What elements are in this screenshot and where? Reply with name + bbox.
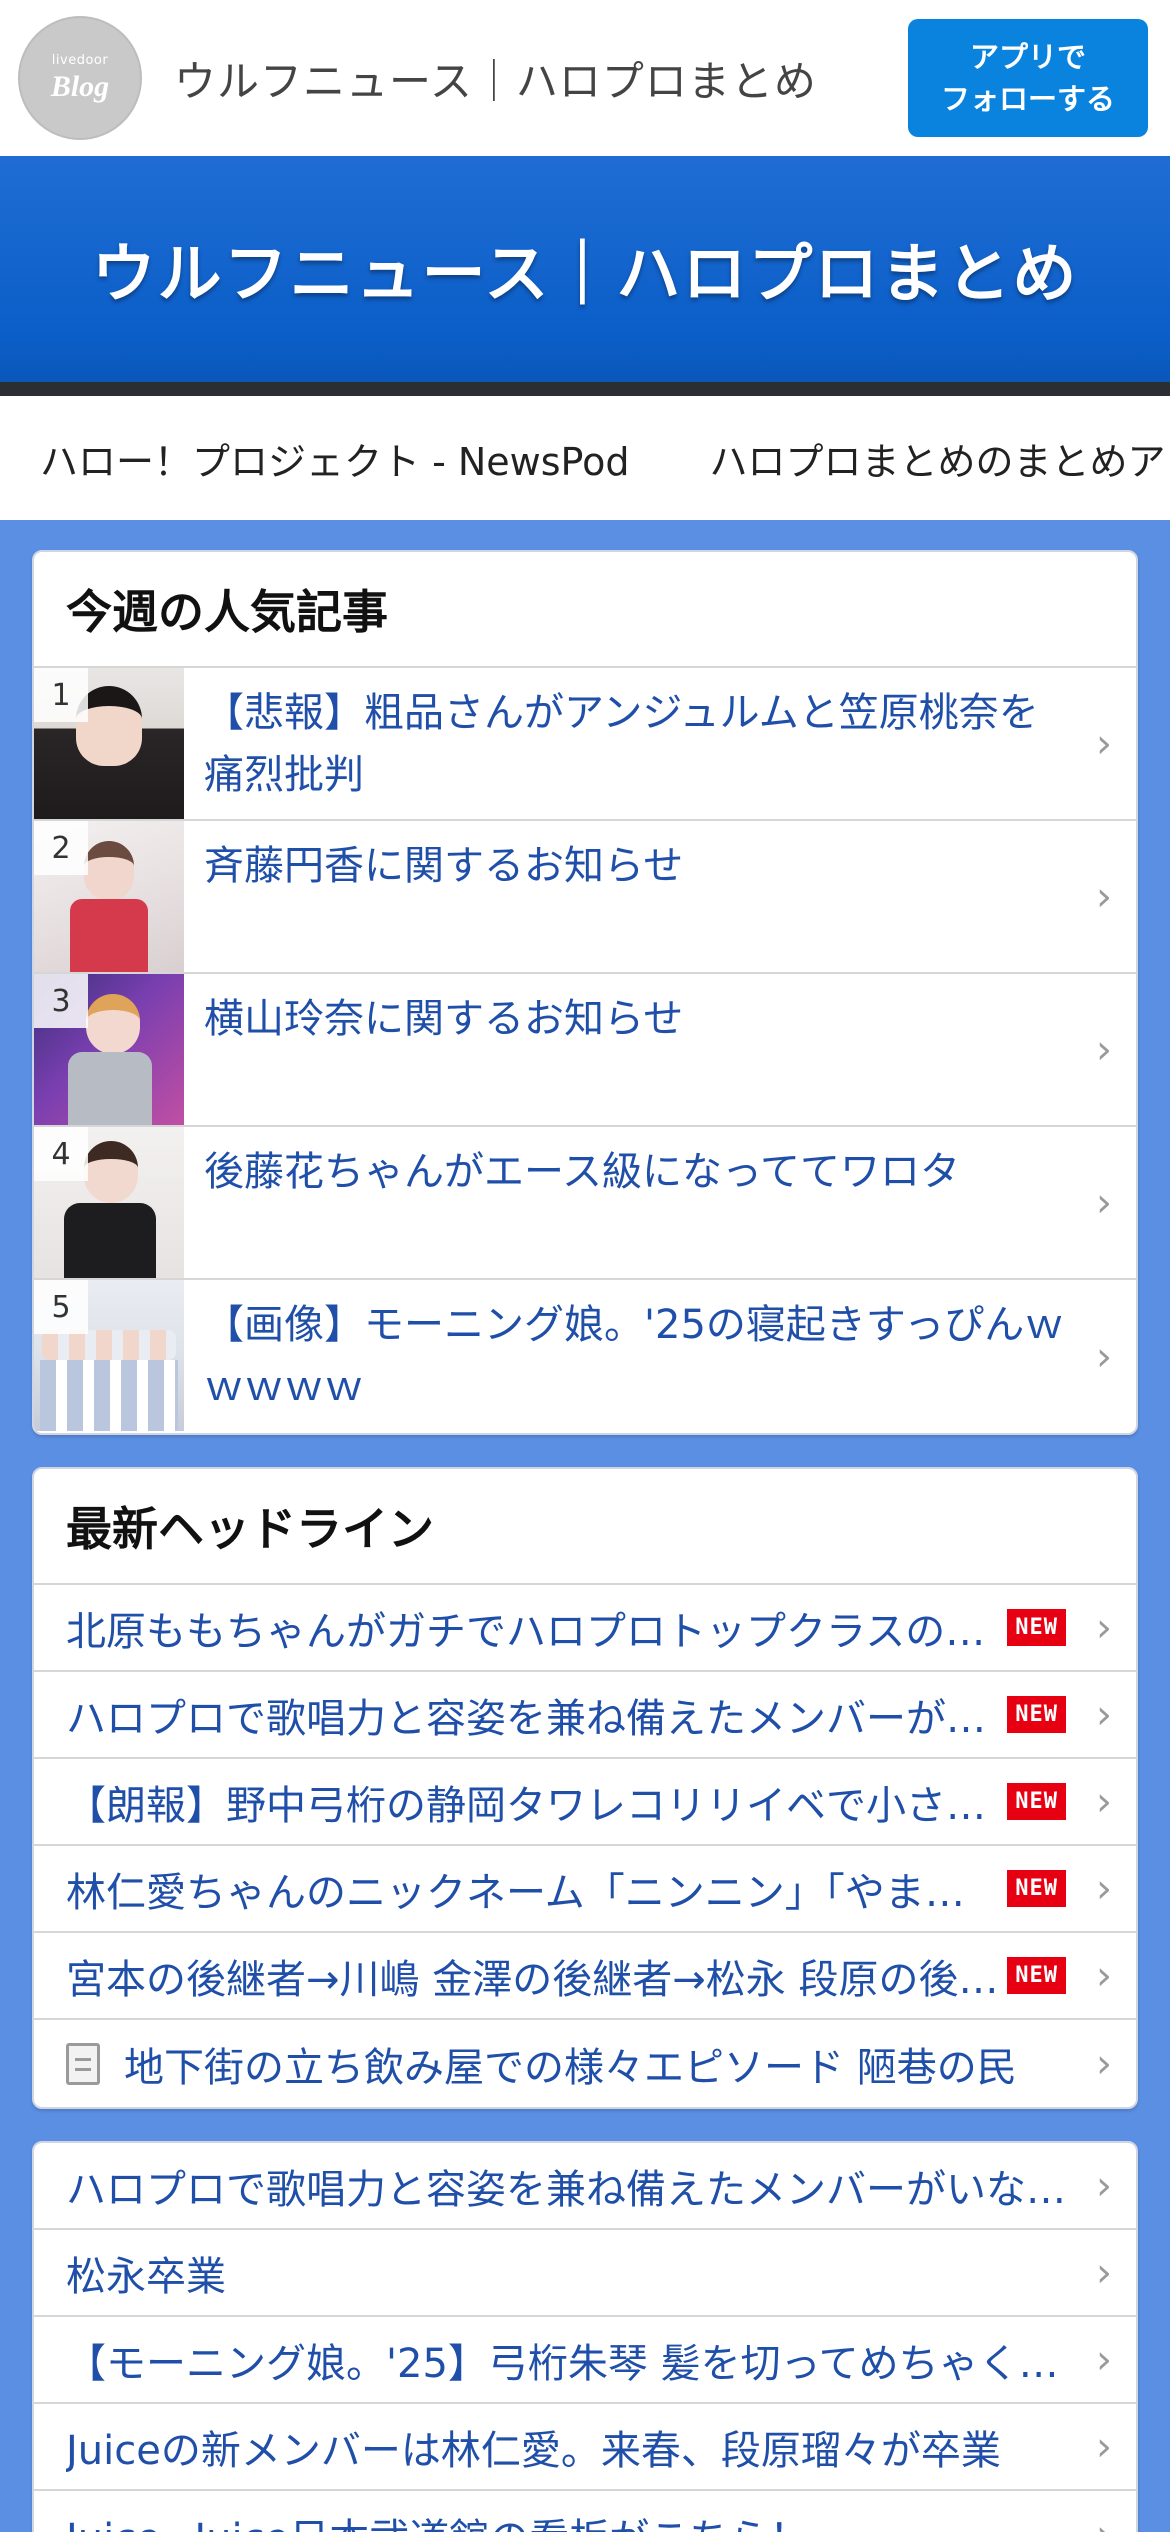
- ranking-item[interactable]: 1 【悲報】粗品さんがアンジュルムと笠原桃奈を痛烈批判 ›: [34, 668, 1136, 821]
- blog-banner[interactable]: ウルフニュース｜ハロプロまとめ: [0, 156, 1170, 396]
- livedoor-blog-logo[interactable]: livedoor Blog: [18, 16, 142, 140]
- chevron-right-icon: ›: [1096, 2249, 1112, 2296]
- related-link-newspod[interactable]: ハロー！プロジェクト - NewsPod: [40, 431, 629, 486]
- chevron-right-icon: ›: [1096, 1604, 1112, 1651]
- headline-title: ハロプロで歌唱力と容姿を兼ね備えたメンバーがいない件: [66, 1695, 999, 1742]
- article-list-panel: ハロプロで歌唱力と容姿を兼ね備えたメンバーがいない件 › 松永卒業 › 【モーニ…: [32, 2141, 1138, 2532]
- new-badge: NEW: [1007, 1783, 1066, 1820]
- article-list-item[interactable]: Juiceの新メンバーは林仁愛。来春、段原瑠々が卒業 ›: [34, 2404, 1136, 2491]
- ranking-item-title: 後藤花ちゃんがエース級になっててワロタ: [204, 1149, 960, 1195]
- article-thumbnail: 2: [34, 821, 184, 972]
- site-title[interactable]: ウルフニュース｜ハロプロまとめ: [174, 48, 817, 109]
- weekly-popular-panel: 今週の人気記事 1 【悲報】粗品さんがアンジュルムと笠原桃奈を痛烈批判 › 2 …: [32, 550, 1138, 1435]
- banner-title: ウルフニュース｜ハロプロまとめ: [91, 238, 1079, 312]
- headline-item[interactable]: 宮本の後継者→川嶋 金澤の後継者→松永 段原の後継者→ NEW ›: [34, 1933, 1136, 2020]
- article-list-item[interactable]: ハロプロで歌唱力と容姿を兼ね備えたメンバーがいない件 ›: [34, 2143, 1136, 2230]
- headline-title: 宮本の後継者→川嶋 金澤の後継者→松永 段原の後継者→: [66, 1956, 1000, 2003]
- related-links-strip: ハロー！プロジェクト - NewsPod ハロプロまとめのまとめア: [0, 396, 1170, 520]
- article-title: Juice=Juice日本武道館の看板がこちら！: [66, 2506, 1066, 2532]
- document-icon: [66, 2042, 100, 2085]
- rank-number: 3: [34, 974, 88, 1028]
- chevron-right-icon: ›: [1096, 873, 1112, 920]
- new-badge: NEW: [1007, 1696, 1066, 1733]
- top-bar: livedoor Blog ウルフニュース｜ハロプロまとめ アプリで フォローす…: [0, 0, 1170, 156]
- headline-item[interactable]: 林仁愛ちゃんのニックネーム「ニンニン」「やまと」で決定 NEW ›: [34, 1846, 1136, 1933]
- follow-in-app-button[interactable]: アプリで フォローする: [908, 19, 1148, 137]
- headline-title: 北原ももちゃんがガチでハロプロトップクラスの美少女になってる件: [66, 1608, 999, 1655]
- chevron-right-icon: ›: [1096, 1333, 1112, 1380]
- chevron-right-icon: ›: [1096, 2336, 1112, 2383]
- ranking-item-title: 横山玲奈に関するお知らせ: [204, 996, 684, 1042]
- ranking-item[interactable]: 3 横山玲奈に関するお知らせ ›: [34, 974, 1136, 1127]
- chevron-right-icon: ›: [1096, 1026, 1112, 1073]
- headline-item[interactable]: 地下街の立ち飲み屋での様々エピソード 陋巷の民 ›: [34, 2020, 1136, 2107]
- ranking-item-title: 斉藤円香に関するお知らせ: [204, 843, 684, 889]
- article-list-item[interactable]: Juice=Juice日本武道館の看板がこちら！ ›: [34, 2491, 1136, 2532]
- article-thumbnail: 1: [34, 668, 184, 819]
- article-list-item[interactable]: 【モーニング娘。'25】弓桁朱琴 髪を切ってめちゃくちゃ可愛くなる ›: [34, 2317, 1136, 2404]
- latest-headlines-panel: 最新ヘッドライン 北原ももちゃんがガチでハロプロトップクラスの美少女になってる件…: [32, 1467, 1138, 2109]
- chevron-right-icon: ›: [1096, 720, 1112, 767]
- latest-headlines-heading: 最新ヘッドライン: [34, 1469, 1136, 1585]
- rank-number: 4: [34, 1127, 88, 1181]
- new-badge: NEW: [1007, 1609, 1066, 1646]
- ranking-item[interactable]: 5 【画像】モーニング娘。'25の寝起きすっぴんｗｗｗｗｗ ›: [34, 1280, 1136, 1433]
- ranking-item-title: 【画像】モーニング娘。'25の寝起きすっぴんｗｗｗｗｗ: [204, 1302, 1065, 1410]
- rank-number: 5: [34, 1280, 88, 1334]
- article-title: 【モーニング娘。'25】弓桁朱琴 髪を切ってめちゃくちゃ可愛くなる: [66, 2340, 1066, 2387]
- headline-title: 【朗報】野中弓桁の静岡タワレコリリイベで小さな奇跡: [66, 1782, 1000, 1829]
- headline-item[interactable]: 【朗報】野中弓桁の静岡タワレコリリイベで小さな奇跡 NEW ›: [34, 1759, 1136, 1846]
- rank-number: 2: [34, 821, 88, 875]
- article-title: 松永卒業: [66, 2253, 226, 2300]
- new-badge: NEW: [1007, 1870, 1066, 1907]
- rank-number: 1: [34, 668, 88, 722]
- logo-small-text: livedoor: [51, 52, 109, 68]
- chevron-right-icon: ›: [1096, 2040, 1112, 2087]
- headline-title: 林仁愛ちゃんのニックネーム「ニンニン」「やまと」で決定: [66, 1869, 999, 1916]
- article-thumbnail: 4: [34, 1127, 184, 1278]
- new-badge: NEW: [1007, 1957, 1066, 1994]
- article-title: Juiceの新メンバーは林仁愛。来春、段原瑠々が卒業: [66, 2427, 1001, 2474]
- chevron-right-icon: ›: [1096, 1865, 1112, 1912]
- related-link-matome[interactable]: ハロプロまとめのまとめア: [709, 431, 1165, 486]
- chevron-right-icon: ›: [1096, 1179, 1112, 1226]
- ranking-item[interactable]: 2 斉藤円香に関するお知らせ ›: [34, 821, 1136, 974]
- logo-big-text: Blog: [50, 69, 110, 103]
- chevron-right-icon: ›: [1096, 1778, 1112, 1825]
- article-thumbnail: 5: [34, 1280, 184, 1431]
- article-title: ハロプロで歌唱力と容姿を兼ね備えたメンバーがいない件: [66, 2166, 1066, 2213]
- chevron-right-icon: ›: [1096, 2423, 1112, 2470]
- headline-item[interactable]: ハロプロで歌唱力と容姿を兼ね備えたメンバーがいない件 NEW ›: [34, 1672, 1136, 1759]
- article-list-item[interactable]: 松永卒業 ›: [34, 2230, 1136, 2317]
- weekly-popular-heading: 今週の人気記事: [34, 552, 1136, 668]
- ranking-item-title: 【悲報】粗品さんがアンジュルムと笠原桃奈を痛烈批判: [204, 690, 1039, 798]
- article-thumbnail: 3: [34, 974, 184, 1125]
- ranking-item[interactable]: 4 後藤花ちゃんがエース級になっててワロタ ›: [34, 1127, 1136, 1280]
- headline-item[interactable]: 北原ももちゃんがガチでハロプロトップクラスの美少女になってる件 NEW ›: [34, 1585, 1136, 1672]
- chevron-right-icon: ›: [1096, 1952, 1112, 1999]
- chevron-right-icon: ›: [1096, 1691, 1112, 1738]
- chevron-right-icon: ›: [1096, 2162, 1112, 2209]
- headline-title: 地下街の立ち飲み屋での様々エピソード 陋巷の民: [124, 2044, 1017, 2091]
- chevron-right-icon: ›: [1096, 2512, 1112, 2532]
